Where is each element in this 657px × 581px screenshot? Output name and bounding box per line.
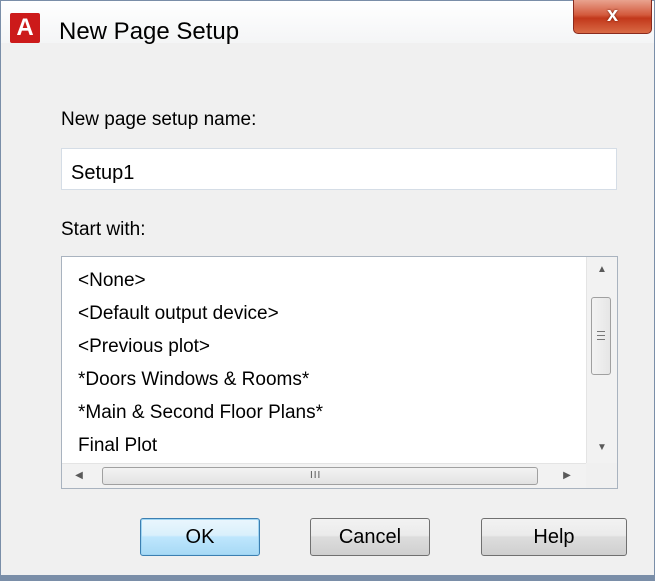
new-page-setup-dialog: A New Page Setup x New page setup name: … — [0, 0, 655, 580]
scroll-right-icon[interactable]: ▶ — [554, 464, 580, 488]
thumb-grip-line — [597, 339, 605, 340]
list-item[interactable]: <Previous plot> — [78, 336, 210, 358]
setup-name-label: New page setup name: — [61, 109, 257, 130]
scrollbar-corner — [586, 463, 617, 488]
thumb-grip-line — [597, 335, 605, 336]
vertical-scrollbar[interactable]: ▲ ▼ — [586, 257, 617, 463]
help-button[interactable]: Help — [481, 518, 627, 556]
dialog-title: New Page Setup — [59, 18, 240, 45]
scroll-up-icon[interactable]: ▲ — [587, 259, 617, 281]
scroll-left-icon[interactable]: ◀ — [66, 464, 92, 488]
thumb-grip-line — [597, 331, 605, 332]
cancel-button[interactable]: Cancel — [310, 518, 430, 556]
horizontal-scroll-thumb[interactable]: III — [102, 467, 538, 485]
horizontal-scrollbar[interactable]: ◀ III ▶ — [62, 463, 586, 488]
app-icon-letter: A — [16, 14, 34, 41]
list-item[interactable]: <Default output device> — [78, 303, 279, 325]
window-bottom-border — [0, 575, 655, 581]
scroll-down-icon[interactable]: ▼ — [587, 437, 617, 459]
ok-button[interactable]: OK — [140, 518, 260, 556]
setup-name-input[interactable] — [61, 148, 617, 190]
start-with-label: Start with: — [61, 219, 146, 240]
list-item[interactable]: Final Plot — [78, 435, 157, 457]
start-with-listbox[interactable]: <None> <Default output device> <Previous… — [61, 256, 618, 489]
thumb-grip: III — [310, 470, 322, 481]
close-button[interactable]: x — [573, 0, 652, 34]
vertical-scroll-thumb[interactable] — [591, 297, 611, 375]
title-bar[interactable]: A New Page Setup x — [1, 0, 654, 45]
list-item[interactable]: *Doors Windows & Rooms* — [78, 369, 309, 391]
autocad-app-icon: A — [10, 13, 40, 43]
list-item[interactable]: <None> — [78, 270, 146, 292]
close-icon: x — [606, 4, 619, 26]
list-item[interactable]: *Main & Second Floor Plans* — [78, 402, 323, 424]
